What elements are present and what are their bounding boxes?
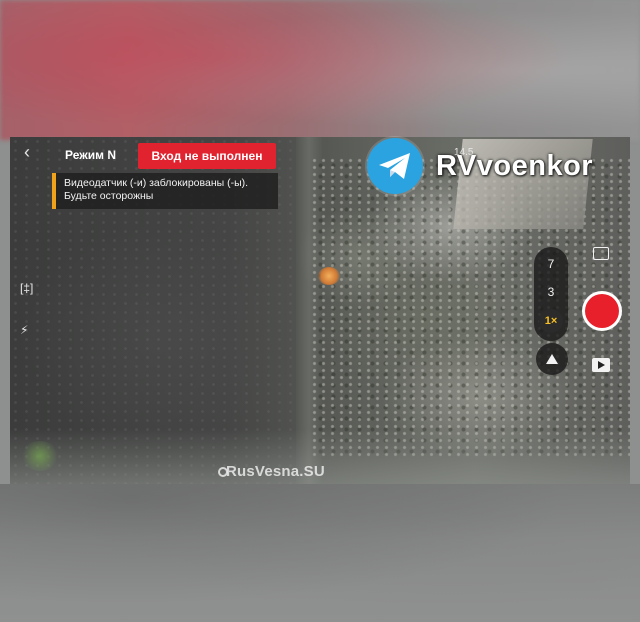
drone-video-feed: ‹ Режим N Вход не выполнен Видеодатчик (… (10, 137, 630, 484)
back-icon[interactable]: ‹ (24, 143, 34, 161)
watermark-text: RusVesna.SU (226, 463, 325, 480)
channel-name: RVvoenkor (436, 150, 594, 182)
explosion-flash (318, 267, 340, 285)
camera-mode-icon[interactable] (536, 343, 568, 375)
blurred-background-top (0, 0, 640, 140)
flight-mode-label[interactable]: Режим N (65, 148, 116, 162)
playback-icon[interactable] (592, 358, 610, 372)
telegram-icon (367, 138, 423, 194)
takeoff-icon[interactable]: ⚡ (20, 323, 28, 337)
zoom-selector[interactable]: 7 3 1× (534, 247, 568, 341)
zoom-option-7[interactable]: 7 (534, 257, 568, 271)
camera-switch-icon[interactable] (593, 247, 609, 260)
zoom-option-3[interactable]: 3 (534, 285, 568, 299)
login-status-badge[interactable]: Вход не выполнен (138, 143, 276, 169)
exposure-icon[interactable]: [‡] (20, 281, 33, 295)
record-icon (585, 294, 619, 328)
zoom-option-1x[interactable]: 1× (539, 309, 563, 333)
sensor-warning-banner: Видеодатчик (-и) заблокированы (-ы). Буд… (52, 173, 278, 209)
blurred-background-bottom (0, 484, 640, 622)
record-button[interactable] (582, 291, 622, 331)
map-thumbnail[interactable] (20, 441, 60, 471)
